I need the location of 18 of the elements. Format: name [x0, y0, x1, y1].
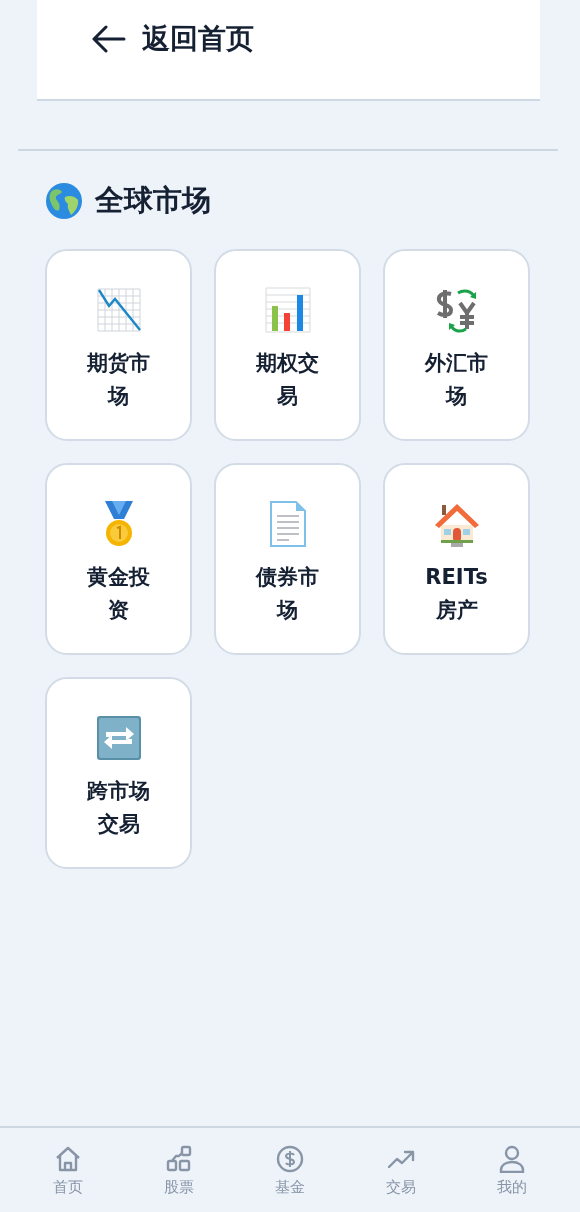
market-card[interactable]: 外汇市场 — [383, 249, 530, 441]
market-card[interactable]: REITs房产 — [383, 463, 530, 655]
section-title: 全球市场 — [95, 182, 211, 219]
line-chart-icon — [95, 287, 142, 333]
blocks-icon — [164, 1145, 193, 1173]
market-card[interactable]: 跨市场交易 — [45, 677, 192, 869]
market-card[interactable]: 期权交易 — [214, 249, 361, 441]
globe-icon — [45, 182, 83, 220]
market-card[interactable]: 期货市场 — [45, 249, 192, 441]
back-arrow-icon — [92, 25, 126, 53]
bar-chart-icon — [264, 287, 311, 333]
dollar-coin-icon — [275, 1145, 304, 1173]
market-card[interactable]: 债券市场 — [214, 463, 361, 655]
user-icon — [498, 1145, 527, 1173]
house-icon — [433, 501, 480, 547]
repeat-arrows-icon — [95, 715, 142, 761]
market-card[interactable]: 黄金投资 — [45, 463, 192, 655]
back-button[interactable]: 返回首页 — [92, 22, 254, 56]
